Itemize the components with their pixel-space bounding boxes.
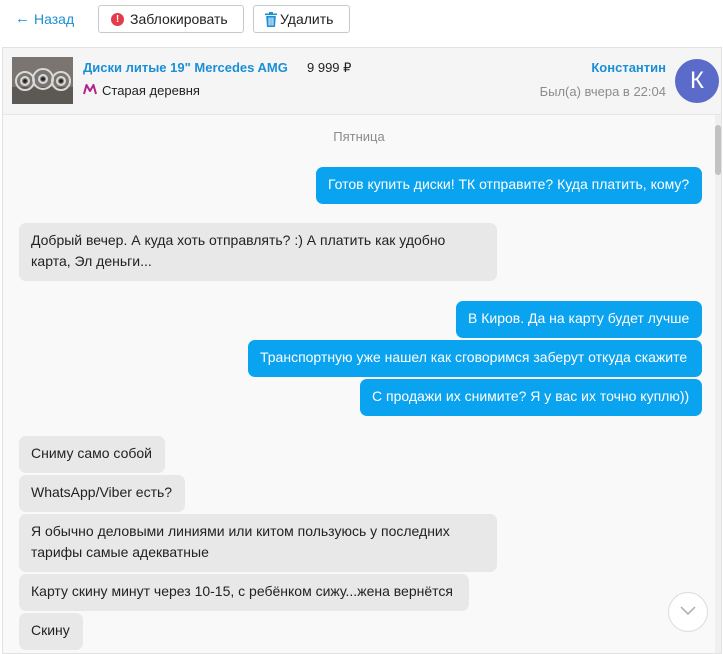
ad-thumbnail[interactable]	[12, 57, 73, 104]
metro-m-icon	[83, 83, 97, 98]
back-link[interactable]: ← Назад	[15, 10, 74, 27]
scrollbar-thumb[interactable]	[715, 125, 721, 175]
message-incoming: Скину	[19, 613, 83, 650]
message-incoming: Сниму само собой	[19, 436, 165, 473]
avatar[interactable]: К	[675, 59, 719, 103]
last-seen-status: Был(а) вчера в 22:04	[539, 84, 666, 99]
message-outgoing: Готов купить диски! ТК отправите? Куда п…	[316, 167, 702, 204]
metro-location: Старая деревня	[83, 83, 200, 98]
arrow-left-icon: ←	[15, 10, 30, 27]
message-outgoing: Транспортную уже нашел как сговоримся за…	[248, 340, 702, 377]
message-incoming: Карту скину минут через 10-15, с ребёнко…	[19, 574, 469, 611]
back-label: Назад	[34, 10, 75, 27]
message-outgoing: С продажи их снимите? Я у вас их точно к…	[360, 379, 702, 416]
toolbar: ← Назад ! Заблокировать Удалить	[0, 0, 723, 40]
block-button[interactable]: ! Заблокировать	[98, 5, 244, 33]
scroll-down-button[interactable]	[668, 592, 708, 632]
message-list: Пятница Готов купить диски! ТК отправите…	[3, 115, 715, 653]
trash-icon	[265, 11, 277, 27]
ad-title-link[interactable]: Диски литые 19" Mercedes AMG	[83, 60, 288, 75]
chat-window: Диски литые 19" Mercedes AMG 9 999 ₽ Ста…	[2, 47, 722, 654]
message-incoming: WhatsApp/Viber есть?	[19, 475, 185, 512]
day-separator: Пятница	[333, 129, 385, 144]
chevron-down-icon	[680, 603, 696, 621]
message-incoming: Я обычно деловыми линиями или китом поль…	[19, 514, 497, 572]
ad-price: 9 999 ₽	[307, 60, 352, 75]
ad-header: Диски литые 19" Mercedes AMG 9 999 ₽ Ста…	[3, 48, 721, 115]
contact-name-link[interactable]: Константин	[591, 60, 666, 75]
block-label: Заблокировать	[130, 11, 228, 27]
exclamation-icon: !	[111, 12, 124, 26]
message-outgoing: В Киров. Да на карту будет лучше	[456, 301, 702, 338]
delete-button[interactable]: Удалить	[253, 5, 350, 33]
message-scrollbar[interactable]	[715, 115, 721, 653]
message-incoming: Добрый вечер. А куда хоть отправлять? :)…	[19, 223, 497, 281]
delete-label: Удалить	[280, 11, 334, 27]
metro-station: Старая деревня	[102, 83, 200, 98]
